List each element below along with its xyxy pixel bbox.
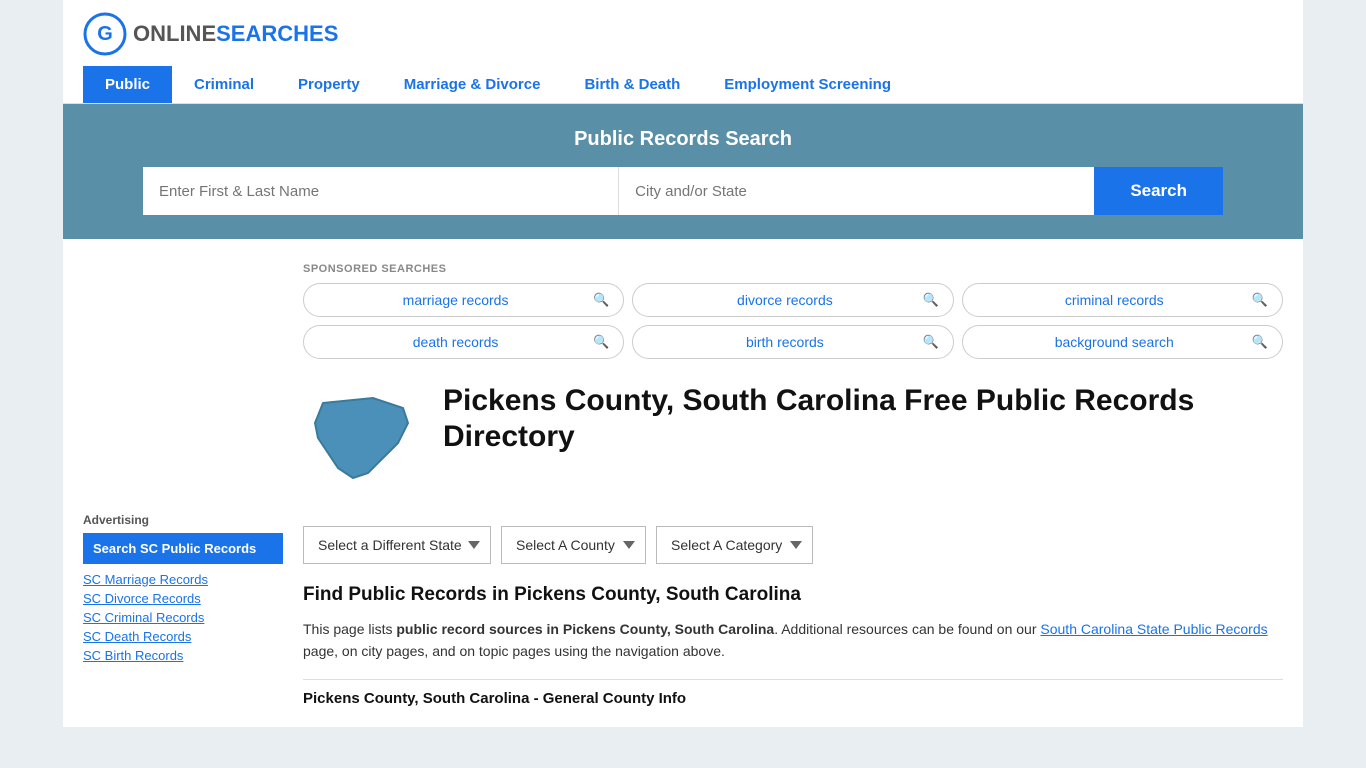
sidebar-link-death[interactable]: SC Death Records: [83, 629, 283, 644]
section-divider: [303, 679, 1283, 680]
logo-area[interactable]: G ONLINESEARCHES: [83, 12, 338, 56]
logo-searches: SEARCHES: [216, 21, 338, 46]
search-section: Public Records Search Search: [63, 104, 1303, 239]
name-input[interactable]: [143, 167, 619, 215]
search-section-title: Public Records Search: [83, 128, 1283, 151]
sponsored-pill-background-text: background search: [977, 334, 1252, 350]
find-records-text-part3: page, on city pages, and on topic pages …: [303, 643, 725, 659]
nav-item-property[interactable]: Property: [276, 66, 382, 103]
search-icon-4: 🔍: [593, 334, 609, 350]
state-map: [303, 383, 423, 506]
page-body: SPONSORED SEARCHES marriage records 🔍 di…: [303, 253, 1283, 707]
search-bar: Search: [143, 167, 1223, 215]
inner-wrapper: G ONLINESEARCHES Public Criminal Propert…: [63, 0, 1303, 727]
search-icon-2: 🔍: [922, 292, 938, 308]
find-records-bold: public record sources in Pickens County,…: [396, 621, 774, 637]
sponsored-pill-birth[interactable]: birth records 🔍: [632, 325, 953, 359]
sponsored-section: SPONSORED SEARCHES marriage records 🔍 di…: [303, 253, 1283, 359]
general-info-title: Pickens County, South Carolina - General…: [303, 690, 1283, 707]
find-records-text: This page lists public record sources in…: [303, 618, 1283, 663]
category-dropdown[interactable]: Select A Category: [656, 526, 813, 564]
find-records-text-part2: . Additional resources can be found on o…: [774, 621, 1040, 637]
sidebar-link-criminal[interactable]: SC Criminal Records: [83, 610, 283, 625]
page-wrapper: G ONLINESEARCHES Public Criminal Propert…: [0, 0, 1366, 768]
state-dropdown[interactable]: Select a Different State: [303, 526, 491, 564]
find-records-text-part1: This page lists: [303, 621, 396, 637]
nav-item-marriage-divorce[interactable]: Marriage & Divorce: [382, 66, 563, 103]
dropdown-row: Select a Different State Select A County…: [303, 526, 1283, 564]
sponsored-pill-death-text: death records: [318, 334, 593, 350]
sponsored-pill-marriage-text: marriage records: [318, 292, 593, 308]
location-input[interactable]: [619, 167, 1094, 215]
sponsored-pill-marriage[interactable]: marriage records 🔍: [303, 283, 624, 317]
sidebar-link-divorce[interactable]: SC Divorce Records: [83, 591, 283, 606]
nav-item-employment[interactable]: Employment Screening: [702, 66, 913, 103]
sponsored-pill-divorce-text: divorce records: [647, 292, 922, 308]
sidebar: Advertising Search SC Public Records SC …: [83, 253, 283, 707]
sidebar-ad-label: Advertising: [83, 513, 283, 527]
sidebar-ad-block[interactable]: Search SC Public Records: [83, 533, 283, 564]
sponsored-grid: marriage records 🔍 divorce records 🔍 cri…: [303, 283, 1283, 359]
search-icon-1: 🔍: [593, 292, 609, 308]
nav-item-criminal[interactable]: Criminal: [172, 66, 276, 103]
sponsored-pill-birth-text: birth records: [647, 334, 922, 350]
sponsored-pill-divorce[interactable]: divorce records 🔍: [632, 283, 953, 317]
search-icon-3: 🔍: [1252, 292, 1268, 308]
search-icon-5: 🔍: [922, 334, 938, 350]
county-header: Pickens County, South Carolina Free Publ…: [303, 383, 1283, 506]
find-records-title: Find Public Records in Pickens County, S…: [303, 584, 1283, 606]
main-area: Advertising Search SC Public Records SC …: [63, 239, 1303, 727]
sponsored-pill-background[interactable]: background search 🔍: [962, 325, 1283, 359]
nav: Public Criminal Property Marriage & Divo…: [83, 66, 1283, 103]
nav-item-public[interactable]: Public: [83, 66, 172, 103]
state-records-link[interactable]: South Carolina State Public Records: [1040, 621, 1267, 637]
nav-item-birth-death[interactable]: Birth & Death: [562, 66, 702, 103]
header: G ONLINESEARCHES Public Criminal Propert…: [63, 0, 1303, 104]
search-icon-6: 🔍: [1252, 334, 1268, 350]
sponsored-pill-criminal-text: criminal records: [977, 292, 1252, 308]
logo-text: ONLINESEARCHES: [133, 21, 338, 47]
logo-icon: G: [83, 12, 127, 56]
sidebar-link-marriage[interactable]: SC Marriage Records: [83, 572, 283, 587]
sponsored-label: SPONSORED SEARCHES: [303, 263, 1283, 275]
sidebar-link-birth[interactable]: SC Birth Records: [83, 648, 283, 663]
logo-online: ONLINE: [133, 21, 216, 46]
search-button[interactable]: Search: [1094, 167, 1223, 215]
svg-text:G: G: [97, 23, 113, 45]
header-top: G ONLINESEARCHES: [83, 12, 1283, 56]
county-title: Pickens County, South Carolina Free Publ…: [443, 383, 1283, 455]
sponsored-pill-criminal[interactable]: criminal records 🔍: [962, 283, 1283, 317]
sponsored-pill-death[interactable]: death records 🔍: [303, 325, 624, 359]
county-dropdown[interactable]: Select A County: [501, 526, 646, 564]
